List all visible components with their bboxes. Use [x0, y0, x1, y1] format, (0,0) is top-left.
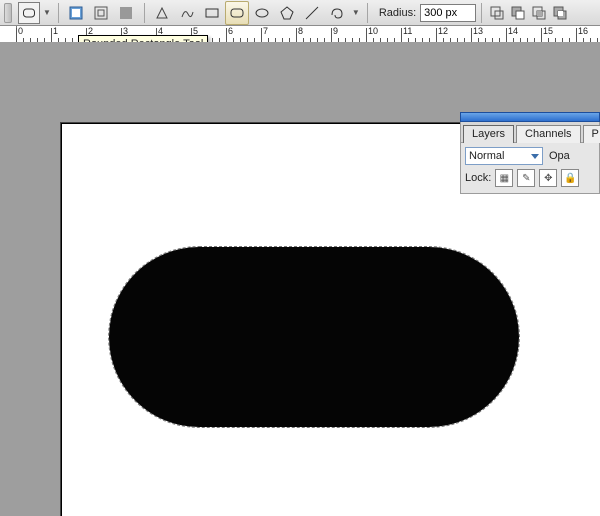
shape-options-arrow-icon[interactable]: ▼ — [352, 8, 360, 17]
lock-position-icon[interactable]: ✥ — [539, 169, 557, 187]
ruler-tick-major — [226, 28, 227, 42]
blend-mode-value: Normal — [469, 150, 504, 162]
ruler-tick-major — [576, 28, 577, 42]
tab-paths[interactable]: P — [583, 125, 600, 143]
shape-layers-mode-icon[interactable] — [64, 1, 88, 25]
ruler-tick-major — [296, 28, 297, 42]
ruler-tick-label: 0 — [18, 26, 23, 36]
add-to-shape-icon[interactable] — [487, 3, 507, 23]
lock-image-pixels-icon[interactable]: ✎ — [517, 169, 535, 187]
ruler-tick-major — [401, 28, 402, 42]
ruler-tick-major — [16, 28, 17, 42]
ruler-origin-box[interactable] — [0, 26, 17, 42]
ruler-tick-label: 6 — [228, 26, 233, 36]
dropdown-arrow-icon[interactable]: ▼ — [43, 8, 51, 17]
exclude-shape-icon[interactable] — [550, 3, 570, 23]
ruler-tick-label: 12 — [438, 26, 448, 36]
ruler-tick-label: 10 — [368, 26, 378, 36]
panel-titlebar[interactable] — [460, 112, 600, 122]
ruler-tick-major — [541, 28, 542, 42]
lock-all-icon[interactable]: 🔒 — [561, 169, 579, 187]
ruler-tick-label: 1 — [53, 26, 58, 36]
panel-tabs: Layers Channels P — [460, 122, 600, 143]
paths-mode-icon[interactable] — [89, 1, 113, 25]
ruler-tick-label: 14 — [508, 26, 518, 36]
layers-panel[interactable]: Layers Channels P Normal Opa Lock: ▦ ✎ ✥… — [460, 112, 600, 194]
radius-input[interactable] — [420, 4, 476, 22]
ruler-tick-label: 11 — [403, 26, 412, 36]
fill-pixels-mode-icon[interactable] — [114, 1, 138, 25]
toolbar-grip[interactable] — [4, 3, 12, 23]
blend-mode-select[interactable]: Normal — [465, 147, 543, 165]
ruler-tick-major — [506, 28, 507, 42]
ruler-tick-major — [51, 28, 52, 42]
lock-label: Lock: — [465, 172, 491, 184]
rounded-rectangle-shape[interactable] — [109, 247, 519, 427]
ellipse-icon[interactable] — [250, 1, 274, 25]
line-icon[interactable] — [300, 1, 324, 25]
subtract-from-shape-icon[interactable] — [508, 3, 528, 23]
ruler-tick-label: 9 — [333, 26, 338, 36]
rounded-rectangle-icon[interactable] — [225, 1, 249, 25]
ruler-tick-major — [436, 28, 437, 42]
options-bar: ▼ ▼ Radius: — [0, 0, 600, 26]
ruler-tick-major — [366, 28, 367, 42]
ruler-tick-major — [331, 28, 332, 42]
ruler-tick-label: 15 — [543, 26, 553, 36]
ruler-tick-label: 16 — [578, 26, 588, 36]
current-tool-swatch[interactable] — [18, 2, 40, 24]
ruler-tick-label: 13 — [473, 26, 483, 36]
panel-body: Normal Opa Lock: ▦ ✎ ✥ 🔒 — [460, 143, 600, 194]
intersect-shape-icon[interactable] — [529, 3, 549, 23]
tab-layers[interactable]: Layers — [463, 125, 514, 143]
lock-transparent-pixels-icon[interactable]: ▦ — [495, 169, 513, 187]
pen-icon[interactable] — [150, 1, 174, 25]
ruler-tick-major — [471, 28, 472, 42]
chevron-down-icon — [531, 154, 539, 159]
ruler-tick-label: 8 — [298, 26, 303, 36]
tab-channels[interactable]: Channels — [516, 125, 580, 143]
custom-shape-icon[interactable] — [325, 1, 349, 25]
ruler-tick-label: 7 — [263, 26, 268, 36]
rectangle-icon[interactable] — [200, 1, 224, 25]
freeform-pen-icon[interactable] — [175, 1, 199, 25]
radius-label: Radius: — [379, 7, 416, 19]
opacity-label: Opa — [549, 150, 570, 162]
ruler-tick-major — [261, 28, 262, 42]
polygon-icon[interactable] — [275, 1, 299, 25]
